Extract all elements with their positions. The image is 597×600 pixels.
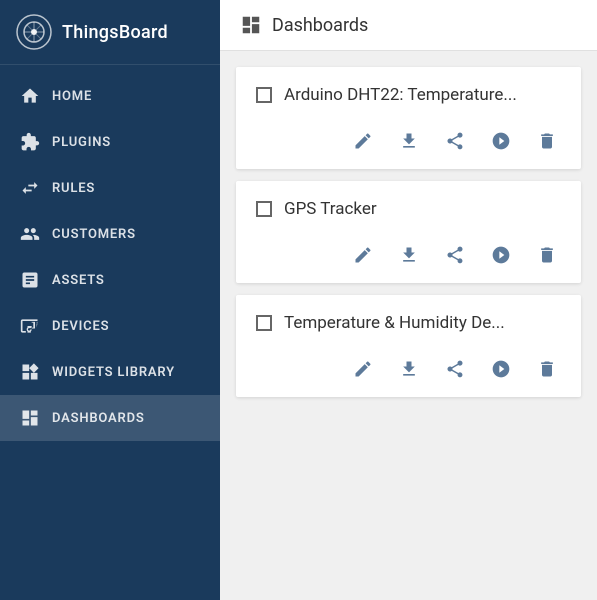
download-button-1[interactable] bbox=[395, 127, 423, 155]
plugins-icon bbox=[20, 132, 40, 152]
sidebar-item-plugins[interactable]: PLUGINS bbox=[0, 119, 220, 165]
sidebar-label-plugins: PLUGINS bbox=[52, 135, 111, 150]
edit-icon-2 bbox=[353, 245, 373, 265]
share-icon-1 bbox=[445, 131, 465, 151]
dashboard-card-2: GPS Tracker bbox=[236, 181, 581, 283]
delete-icon-2 bbox=[537, 245, 557, 265]
assign-button-3[interactable] bbox=[487, 355, 515, 383]
sidebar-item-home[interactable]: HOME bbox=[0, 73, 220, 119]
devices-icon bbox=[20, 316, 40, 336]
share-icon-2 bbox=[445, 245, 465, 265]
edit-icon-1 bbox=[353, 131, 373, 151]
main-page-title: Dashboards bbox=[272, 15, 368, 36]
delete-button-3[interactable] bbox=[533, 355, 561, 383]
assign-icon-1 bbox=[491, 131, 511, 151]
share-icon-3 bbox=[445, 359, 465, 379]
sidebar-label-dashboards: DASHBOARDS bbox=[52, 411, 145, 426]
sidebar: ThingsBoard HOME PLUGINS RULES CUSTOMERS… bbox=[0, 0, 220, 600]
delete-button-2[interactable] bbox=[533, 241, 561, 269]
download-button-3[interactable] bbox=[395, 355, 423, 383]
delete-button-1[interactable] bbox=[533, 127, 561, 155]
widgets-icon bbox=[20, 362, 40, 382]
dashboard-list: Arduino DHT22: Temperature... bbox=[220, 51, 597, 600]
card-title-3: Temperature & Humidity De... bbox=[284, 313, 505, 333]
assign-icon-3 bbox=[491, 359, 511, 379]
sidebar-item-devices[interactable]: DEVICES bbox=[0, 303, 220, 349]
dashboard-card-3: Temperature & Humidity De... bbox=[236, 295, 581, 397]
assign-button-2[interactable] bbox=[487, 241, 515, 269]
download-button-2[interactable] bbox=[395, 241, 423, 269]
sidebar-label-devices: DEVICES bbox=[52, 319, 109, 334]
sidebar-label-home: HOME bbox=[52, 89, 92, 104]
delete-icon-1 bbox=[537, 131, 557, 151]
home-icon bbox=[20, 86, 40, 106]
sidebar-item-customers[interactable]: CUSTOMERS bbox=[0, 211, 220, 257]
share-button-1[interactable] bbox=[441, 127, 469, 155]
share-button-3[interactable] bbox=[441, 355, 469, 383]
main-content: Dashboards Arduino DHT22: Temperature... bbox=[220, 0, 597, 600]
sidebar-item-rules[interactable]: RULES bbox=[0, 165, 220, 211]
card-title-2: GPS Tracker bbox=[284, 199, 377, 219]
sidebar-label-assets: ASSETS bbox=[52, 273, 105, 288]
main-header: Dashboards bbox=[220, 0, 597, 51]
dashboard-card-1: Arduino DHT22: Temperature... bbox=[236, 67, 581, 169]
share-button-2[interactable] bbox=[441, 241, 469, 269]
sidebar-item-assets[interactable]: ASSETS bbox=[0, 257, 220, 303]
card-checkbox-3[interactable] bbox=[256, 315, 272, 331]
sidebar-label-widgets-library: WIDGETS LIBRARY bbox=[52, 365, 175, 380]
sidebar-label-customers: CUSTOMERS bbox=[52, 227, 136, 242]
sidebar-label-rules: RULES bbox=[52, 181, 95, 196]
card-actions-1 bbox=[256, 123, 561, 155]
card-actions-3 bbox=[256, 351, 561, 383]
sidebar-item-dashboards[interactable]: DASHBOARDS bbox=[0, 395, 220, 441]
dashboards-icon bbox=[20, 408, 40, 428]
sidebar-item-widgets-library[interactable]: WIDGETS LIBRARY bbox=[0, 349, 220, 395]
download-icon-3 bbox=[399, 359, 419, 379]
card-title-row-3: Temperature & Humidity De... bbox=[256, 313, 561, 333]
edit-icon-3 bbox=[353, 359, 373, 379]
download-icon-2 bbox=[399, 245, 419, 265]
card-title-row-1: Arduino DHT22: Temperature... bbox=[256, 85, 561, 105]
sidebar-nav: HOME PLUGINS RULES CUSTOMERS ASSETS DEVI… bbox=[0, 65, 220, 441]
app-name: ThingsBoard bbox=[62, 22, 168, 43]
logo-area: ThingsBoard bbox=[0, 0, 220, 65]
card-checkbox-2[interactable] bbox=[256, 201, 272, 217]
edit-button-3[interactable] bbox=[349, 355, 377, 383]
header-dashboards-icon bbox=[240, 14, 262, 36]
assign-icon-2 bbox=[491, 245, 511, 265]
logo-icon bbox=[16, 14, 52, 50]
customers-icon bbox=[20, 224, 40, 244]
edit-button-2[interactable] bbox=[349, 241, 377, 269]
card-title-row-2: GPS Tracker bbox=[256, 199, 561, 219]
assets-icon bbox=[20, 270, 40, 290]
rules-icon bbox=[20, 178, 40, 198]
card-checkbox-1[interactable] bbox=[256, 87, 272, 103]
edit-button-1[interactable] bbox=[349, 127, 377, 155]
assign-button-1[interactable] bbox=[487, 127, 515, 155]
card-actions-2 bbox=[256, 237, 561, 269]
download-icon-1 bbox=[399, 131, 419, 151]
delete-icon-3 bbox=[537, 359, 557, 379]
card-title-1: Arduino DHT22: Temperature... bbox=[284, 85, 517, 105]
